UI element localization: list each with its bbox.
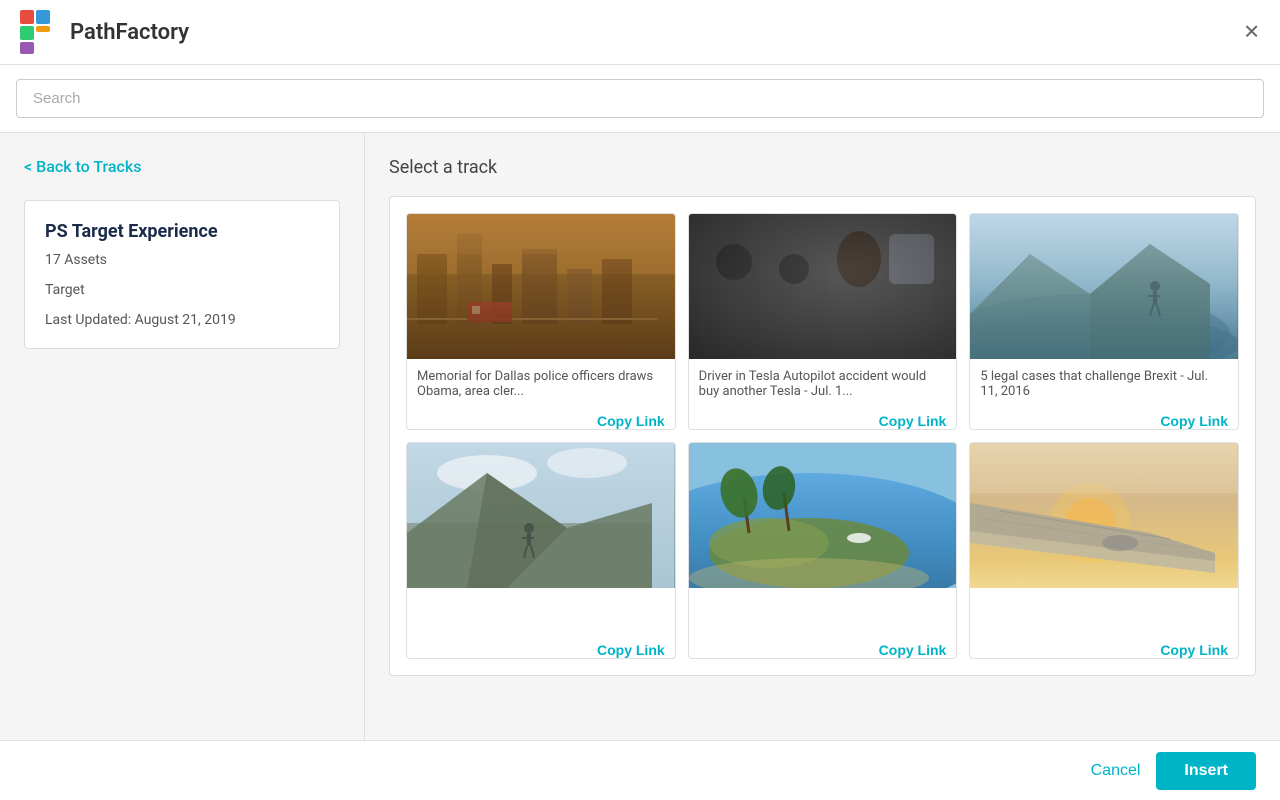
track-updated: Last Updated: August 21, 2019 (45, 312, 319, 328)
copy-link-button[interactable]: Copy Link (597, 642, 665, 658)
footer: Cancel Insert (0, 740, 1280, 800)
sidebar: < Back to Tracks PS Target Experience 17… (0, 133, 365, 755)
track-item-body-3: 5 legal cases that challenge Brexit - Ju… (970, 359, 1238, 421)
logo-text: PathFactory (70, 20, 189, 45)
logo-container: PathFactory (20, 10, 189, 54)
track-item: 5 legal cases that challenge Brexit - Ju… (969, 213, 1239, 430)
track-item-image-1 (407, 214, 675, 359)
main-content: < Back to Tracks PS Target Experience 17… (0, 133, 1280, 755)
track-item: Copy Link (406, 442, 676, 659)
track-card: PS Target Experience 17 Assets Target La… (24, 200, 340, 349)
header: PathFactory ✕ (0, 0, 1280, 65)
track-item: Driver in Tesla Autopilot accident would… (688, 213, 958, 430)
content-area: Select a track Memorial for Dalla (365, 133, 1280, 755)
track-item-body-1: Memorial for Dallas police officers draw… (407, 359, 675, 421)
track-item-title: Driver in Tesla Autopilot accident would… (699, 369, 947, 405)
track-item-body-2: Driver in Tesla Autopilot accident would… (689, 359, 957, 421)
cancel-button[interactable]: Cancel (1091, 762, 1141, 780)
track-target: Target (45, 282, 319, 298)
track-item-image-6 (970, 443, 1238, 588)
track-assets: 17 Assets (45, 252, 319, 268)
copy-link-button[interactable]: Copy Link (597, 413, 665, 429)
track-item-body-5: Copy Link (689, 588, 957, 650)
track-item-image-4 (407, 443, 675, 588)
track-item: Copy Link (969, 442, 1239, 659)
track-item-title (699, 598, 947, 634)
track-item-title: 5 legal cases that challenge Brexit - Ju… (980, 369, 1228, 405)
track-item-title (980, 598, 1228, 634)
search-bar-container (0, 65, 1280, 133)
insert-button[interactable]: Insert (1156, 752, 1256, 790)
track-item-body-6: Copy Link (970, 588, 1238, 650)
track-item: Copy Link (688, 442, 958, 659)
close-button[interactable]: ✕ (1243, 20, 1260, 45)
copy-link-button[interactable]: Copy Link (879, 413, 947, 429)
select-track-heading: Select a track (389, 157, 1256, 178)
track-title: PS Target Experience (45, 221, 319, 242)
track-item-title (417, 598, 665, 634)
copy-link-button[interactable]: Copy Link (1160, 642, 1228, 658)
copy-link-button[interactable]: Copy Link (1160, 413, 1228, 429)
search-input[interactable] (16, 79, 1264, 118)
track-item: Memorial for Dallas police officers draw… (406, 213, 676, 430)
track-item-image-2 (689, 214, 957, 359)
track-item-image-5 (689, 443, 957, 588)
track-grid: Memorial for Dallas police officers draw… (389, 196, 1256, 676)
back-to-tracks-link[interactable]: < Back to Tracks (24, 157, 141, 176)
track-item-title: Memorial for Dallas police officers draw… (417, 369, 665, 405)
copy-link-button[interactable]: Copy Link (879, 642, 947, 658)
track-item-image-3 (970, 214, 1238, 359)
track-item-body-4: Copy Link (407, 588, 675, 650)
pathfactory-logo-icon (20, 10, 60, 54)
